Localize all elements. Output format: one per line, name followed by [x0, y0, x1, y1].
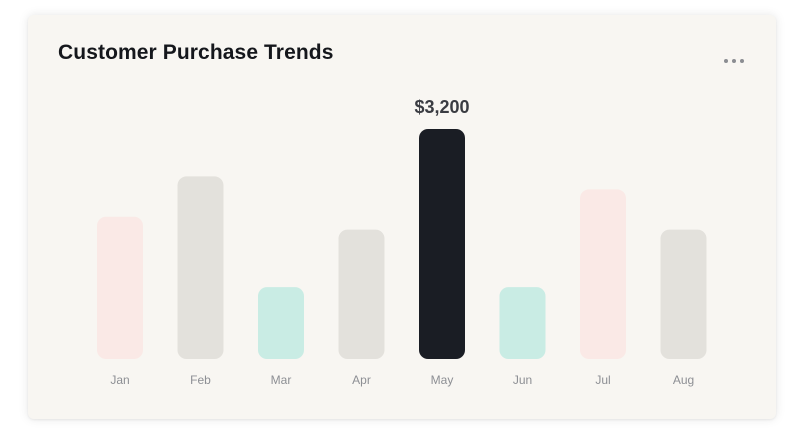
- x-tick-label: Aug: [673, 373, 694, 387]
- x-tick-label: May: [431, 373, 454, 387]
- x-tick-label: Mar: [271, 373, 292, 387]
- x-tick-label: Apr: [352, 373, 371, 387]
- bar-jan[interactable]: [97, 216, 143, 359]
- data-label-may: $3,200: [414, 97, 469, 117]
- purchase-trends-card: Customer Purchase Trends Jan Feb Mar Apr May…: [28, 15, 776, 419]
- x-tick-label: Jan: [110, 373, 129, 387]
- bar-may[interactable]: [419, 129, 465, 359]
- bar-chart: Jan Feb Mar Apr May Jun Jul Aug $3,200: [97, 97, 707, 387]
- x-tick-label: Jul: [595, 373, 610, 387]
- bar-jul[interactable]: [580, 189, 626, 359]
- x-tick-label: Feb: [190, 373, 211, 387]
- bar-feb[interactable]: [177, 176, 224, 359]
- x-tick-label: Jun: [513, 373, 532, 387]
- bar-jun[interactable]: [499, 287, 546, 359]
- bar-aug[interactable]: [660, 229, 707, 359]
- bar-apr[interactable]: [338, 229, 385, 359]
- bar-mar[interactable]: [258, 287, 304, 359]
